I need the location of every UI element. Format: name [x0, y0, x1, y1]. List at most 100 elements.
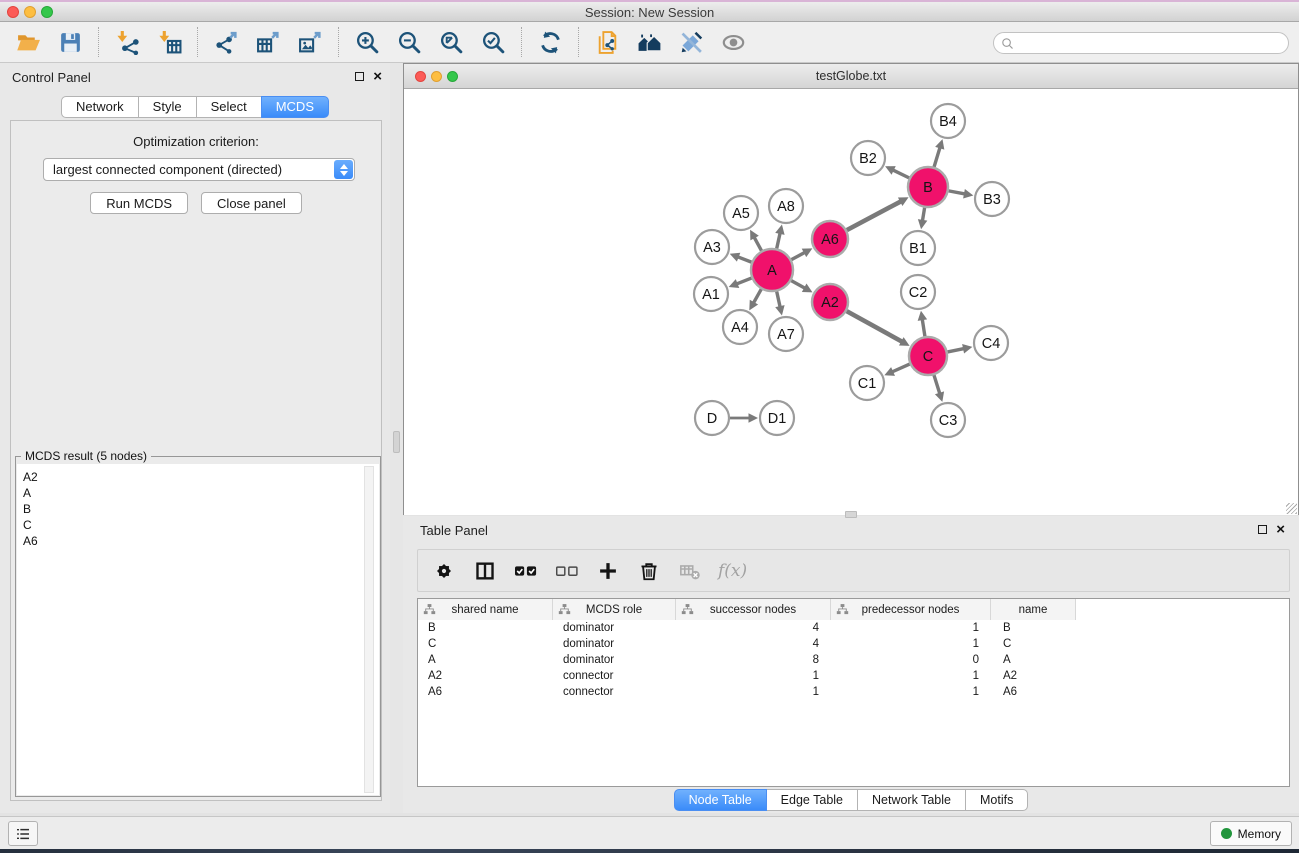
graph-edge-A-A1[interactable]: [737, 278, 752, 284]
graph-edge-B-B3[interactable]: [949, 191, 965, 194]
run-mcds-button[interactable]: Run MCDS: [90, 192, 188, 214]
splitter-handle[interactable]: [393, 431, 400, 453]
criterion-dropdown[interactable]: largest connected component (directed): [43, 158, 355, 181]
table-panel: Table Panel × f(x) shared nameMCDS roles…: [403, 516, 1299, 813]
graph-edge-A2-C[interactable]: [847, 311, 903, 342]
graph-edge-B-B2[interactable]: [893, 170, 909, 178]
memory-label: Memory: [1238, 827, 1281, 841]
hide-annotations-button[interactable]: [676, 27, 706, 57]
graph-edge-A-A2[interactable]: [791, 281, 805, 289]
import-table-button[interactable]: [154, 27, 184, 57]
table-cell: 4: [676, 636, 831, 652]
graph-node-label-A8: A8: [777, 199, 795, 215]
column-header-predecessor-nodes[interactable]: predecessor nodes: [831, 599, 991, 620]
node-table[interactable]: shared name MCDS role successor nodes prede…: [417, 598, 1290, 787]
network-graph[interactable]: AA1A2A3A4A5A6A7A8BB1B2B3B4CC1C2C3C4DD1: [404, 89, 1298, 515]
search-field[interactable]: [993, 32, 1289, 54]
deselect-all-button[interactable]: [554, 558, 580, 584]
graph-edge-A-A8[interactable]: [777, 233, 780, 249]
table-tab-node-table[interactable]: Node Table: [674, 789, 767, 811]
column-header-shared-name[interactable]: shared name: [418, 599, 553, 620]
import-network-button[interactable]: [112, 27, 142, 57]
column-header-successor-nodes[interactable]: successor nodes: [676, 599, 831, 620]
export-network-button[interactable]: [211, 27, 241, 57]
home-button[interactable]: [634, 27, 664, 57]
graph-edge-C-C1[interactable]: [892, 364, 910, 372]
arrowhead-icon: [775, 305, 784, 315]
add-button[interactable]: [595, 558, 621, 584]
select-all-button[interactable]: [513, 558, 539, 584]
graph-node-label-B: B: [923, 180, 933, 196]
graph-node-label-A7: A7: [777, 327, 795, 343]
graph-edge-A-A4[interactable]: [753, 289, 761, 303]
table-tab-network-table[interactable]: Network Table: [857, 789, 966, 811]
network-canvas[interactable]: AA1A2A3A4A5A6A7A8BB1B2B3B4CC1C2C3C4DD1: [404, 89, 1298, 515]
zoom-out-button[interactable]: [394, 27, 424, 57]
mcds-result-list[interactable]: A2ABCA6: [17, 464, 379, 795]
tab-style[interactable]: Style: [138, 96, 197, 118]
task-history-button[interactable]: [8, 821, 38, 846]
column-header-mcds-role[interactable]: MCDS role: [553, 599, 676, 620]
table-row[interactable]: Cdominator41C: [418, 636, 1289, 652]
mcds-tab-content: Optimization criterion: largest connecte…: [10, 120, 382, 801]
network-window-titlebar[interactable]: testGlobe.txt: [404, 64, 1298, 89]
table-row[interactable]: A6connector11A6: [418, 684, 1289, 700]
graph-node-label-A2: A2: [821, 295, 839, 311]
graph-edge-A6-B[interactable]: [847, 201, 901, 230]
result-item[interactable]: A2: [23, 469, 379, 485]
graph-edge-A-A5[interactable]: [754, 237, 761, 251]
delete-button[interactable]: [636, 558, 662, 584]
float-panel-icon[interactable]: [355, 72, 364, 81]
show-graphics-button[interactable]: [718, 27, 748, 57]
zoom-in-button[interactable]: [352, 27, 382, 57]
table-close-panel-icon[interactable]: ×: [1276, 524, 1285, 535]
graph-edge-A-A6[interactable]: [791, 252, 804, 259]
graph-edge-B-B4[interactable]: [934, 147, 940, 167]
export-table-button[interactable]: [253, 27, 283, 57]
tab-mcds[interactable]: MCDS: [261, 96, 329, 118]
zoom-fit-button[interactable]: [436, 27, 466, 57]
table-float-panel-icon[interactable]: [1258, 525, 1267, 534]
column-label: successor nodes: [710, 604, 796, 616]
result-item[interactable]: A6: [23, 533, 379, 549]
tab-network[interactable]: Network: [61, 96, 139, 118]
graph-edge-C-C3[interactable]: [934, 375, 940, 394]
table-row[interactable]: A2connector11A2: [418, 668, 1289, 684]
app-titlebar[interactable]: Session: New Session: [0, 2, 1299, 22]
vertical-splitter[interactable]: [390, 63, 403, 813]
column-header-name[interactable]: name: [991, 599, 1076, 620]
horizontal-splitter-handle[interactable]: [845, 511, 857, 518]
memory-button[interactable]: Memory: [1210, 821, 1292, 846]
graph-edge-C-C2[interactable]: [922, 319, 925, 336]
export-image-button[interactable]: [295, 27, 325, 57]
resize-grip-icon[interactable]: [1286, 503, 1297, 514]
graph-edge-A-A7[interactable]: [777, 291, 780, 307]
zoom-selected-button[interactable]: [478, 27, 508, 57]
tab-select[interactable]: Select: [196, 96, 262, 118]
network-from-document-button[interactable]: [592, 27, 622, 57]
open-file-button[interactable]: [13, 27, 43, 57]
table-cell: A: [418, 652, 553, 668]
graph-edge-C-C4[interactable]: [948, 349, 964, 352]
graph-edge-B-B1[interactable]: [922, 208, 924, 221]
search-input[interactable]: [1015, 34, 1288, 52]
table-tab-motifs[interactable]: Motifs: [965, 789, 1028, 811]
table-row[interactable]: Adominator80A: [418, 652, 1289, 668]
result-item[interactable]: A: [23, 485, 379, 501]
table-row[interactable]: Bdominator41B: [418, 620, 1289, 636]
function-builder-button[interactable]: f(x): [718, 561, 747, 581]
close-panel-icon[interactable]: ×: [373, 71, 382, 82]
result-list-scrollbar[interactable]: [364, 466, 374, 793]
graph-node-label-A1: A1: [702, 287, 720, 303]
save-session-button[interactable]: [55, 27, 85, 57]
close-panel-button[interactable]: Close panel: [201, 192, 302, 214]
table-cell: 1: [831, 684, 991, 700]
table-tab-edge-table[interactable]: Edge Table: [766, 789, 858, 811]
column-label: MCDS role: [586, 604, 642, 616]
result-item[interactable]: B: [23, 501, 379, 517]
gear-button[interactable]: [431, 558, 457, 584]
refresh-network-button[interactable]: [535, 27, 565, 57]
graph-edge-A-A3[interactable]: [738, 257, 752, 262]
result-item[interactable]: C: [23, 517, 379, 533]
columns-button[interactable]: [472, 558, 498, 584]
